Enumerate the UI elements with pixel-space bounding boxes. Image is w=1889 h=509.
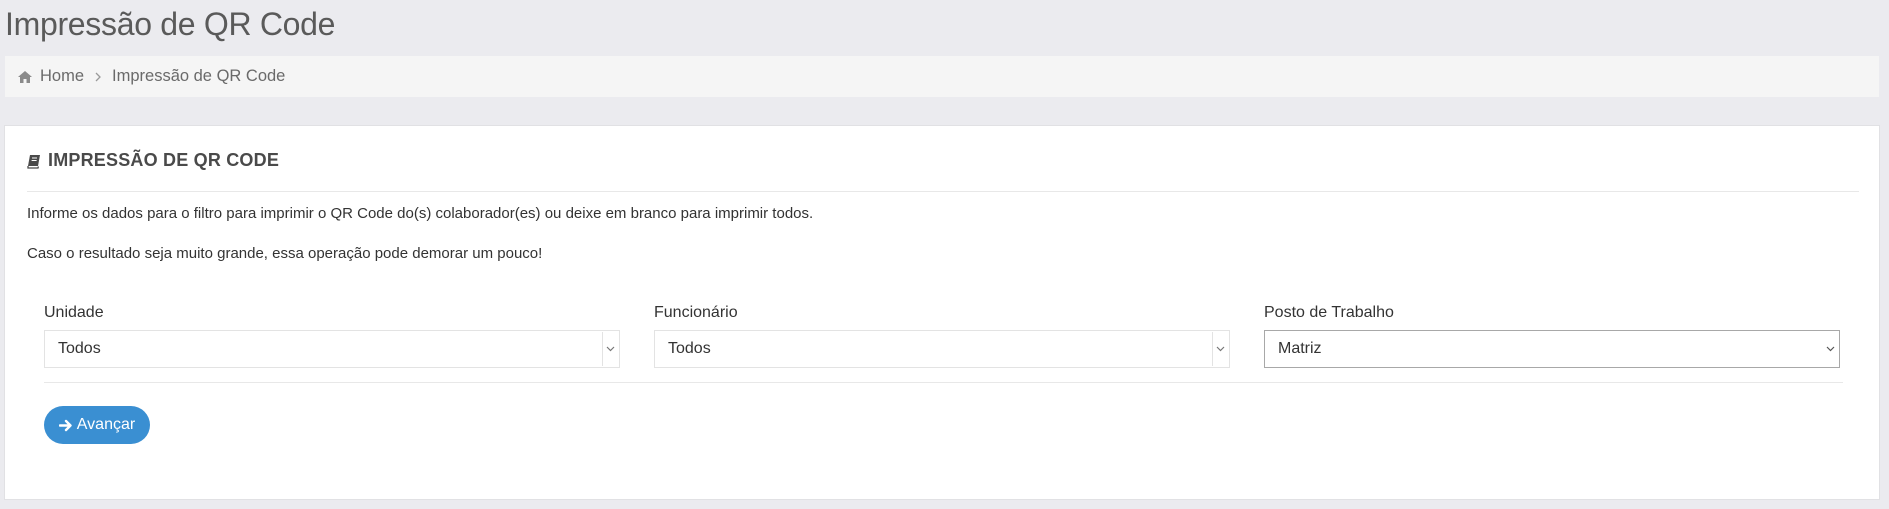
funcionario-field: Funcionário Todos [654,304,1230,368]
page-title: Impressão de QR Code [5,6,336,42]
unidade-select[interactable]: Todos [44,330,620,368]
posto-value: Matriz [1278,340,1322,357]
form-divider [44,382,1843,383]
chevron-down-icon [605,343,616,354]
chevron-right-icon [94,72,102,82]
posto-field: Posto de Trabalho Matriz [1264,304,1840,368]
panel-title: IMPRESSÃO DE QR CODE [48,150,280,170]
unidade-value: Todos [58,340,101,357]
select-divider [602,332,603,366]
home-icon [17,70,33,84]
breadcrumb-home-link[interactable]: Home [40,67,84,86]
chevron-down-icon [1215,343,1226,354]
posto-label: Posto de Trabalho [1264,304,1394,321]
breadcrumb: Home Impressão de QR Code [5,56,1879,97]
advance-button-label: Avançar [76,416,136,433]
advance-button[interactable]: Avançar [44,406,150,444]
panel-header: IMPRESSÃO DE QR CODE [27,150,1859,192]
qr-print-panel: IMPRESSÃO DE QR CODE Informe os dados pa… [4,125,1880,500]
funcionario-select[interactable]: Todos [654,330,1230,368]
breadcrumb-current: Impressão de QR Code [112,67,286,85]
chevron-down-icon [1825,343,1836,354]
info-text: Informe os dados para o filtro para impr… [27,205,814,222]
posto-select[interactable]: Matriz [1264,330,1840,368]
funcionario-value: Todos [668,340,711,357]
unidade-field: Unidade Todos [44,304,620,368]
warning-text: Caso o resultado seja muito grande, essa… [27,245,543,262]
book-icon [27,154,42,169]
funcionario-label: Funcionário [654,304,738,321]
arrow-right-icon [58,419,73,432]
unidade-label: Unidade [44,304,104,321]
select-divider [1212,332,1213,366]
